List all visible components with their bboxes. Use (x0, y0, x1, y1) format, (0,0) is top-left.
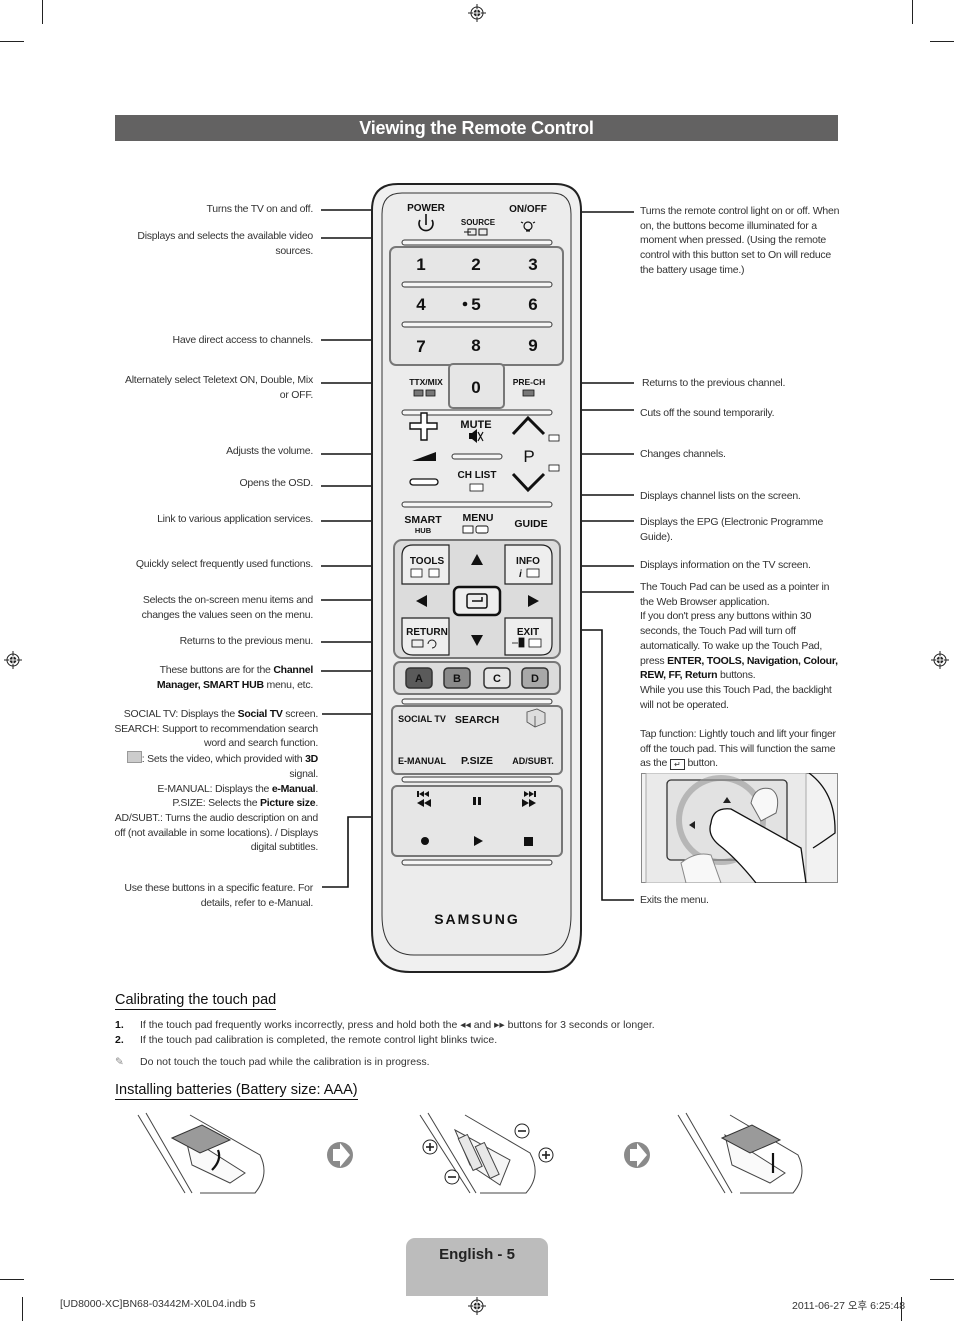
callout-mute: Cuts off the sound temporarily. (640, 407, 775, 419)
arrow-right-icon (624, 1142, 650, 1168)
callout-onoff: Turns the remote control light on or off… (640, 205, 840, 276)
color-label-a: A (415, 673, 423, 685)
touchpad-illustration (641, 773, 838, 883)
guide-button-label: GUIDE (514, 518, 547, 530)
exit-button-label: EXIT (517, 627, 539, 638)
digit-0: 0 (471, 378, 480, 397)
battery-step-3-illustration (677, 1112, 803, 1194)
color-label-b: B (453, 673, 461, 685)
volume-down-icon (409, 478, 439, 486)
callout-info: Displays information on the TV screen. (640, 559, 811, 571)
callout-function-buttons: SOCIAL TV: Displays the Social TV screen… (114, 708, 318, 854)
psize-button-label: P.SIZE (461, 755, 493, 767)
rewind-icon: ◂◂ (460, 1019, 471, 1031)
record-icon (421, 837, 429, 845)
page-number-tab: English - 5 (406, 1238, 548, 1296)
social-tv-button-label: SOCIAL TV (398, 714, 446, 724)
fast-forward-icon: ▸▸ (494, 1019, 505, 1031)
batteries-heading: Installing batteries (Battery size: AAA) (115, 1082, 358, 1100)
color-label-d: D (531, 673, 539, 685)
callout-colors: These buttons are for the Channel Manage… (156, 664, 313, 691)
chlist-icon (469, 483, 484, 492)
callout-volume: Adjusts the volume. (226, 445, 313, 457)
digit-2: 2 (471, 255, 480, 274)
emanual-button-label: E-MANUAL (398, 756, 446, 766)
note-pencil-icon: ✎ (115, 1056, 124, 1068)
stop-icon (524, 837, 533, 846)
color-label-c: C (493, 673, 501, 685)
svg-text:i: i (519, 569, 522, 580)
menu-button-label: MENU (463, 512, 494, 524)
callout-chlist: Displays channel lists on the screen. (640, 490, 801, 502)
crop-mark (0, 1279, 24, 1280)
calibration-heading: Calibrating the touch pad (115, 992, 277, 1010)
chlist-button-label: CH LIST (458, 470, 497, 481)
brand-logo: SAMSUNG (434, 911, 520, 927)
info-button-label: INFO (516, 556, 540, 567)
battery-step-1-illustration (137, 1112, 265, 1194)
prech-icon (522, 389, 535, 397)
channel-p-label: P (523, 447, 534, 466)
3d-icon (126, 751, 142, 764)
crop-mark (22, 1297, 23, 1321)
callout-guide: Displays the EPG (Electronic Programme G… (640, 516, 824, 543)
digit-3: 3 (528, 255, 537, 274)
step-number: 2. (115, 1034, 124, 1046)
digit-7: 7 (416, 337, 425, 356)
callout-exit: Exits the menu. (640, 894, 709, 906)
mute-button-label: MUTE (460, 419, 491, 431)
battery-install-illustrations (137, 1112, 803, 1194)
return-button-label: RETURN (406, 627, 448, 638)
footer-timestamp: 2011-06-27 오후 6:25:48 (792, 1300, 906, 1312)
arrow-right-icon (327, 1142, 353, 1168)
smarthub-button-label: SMART (404, 514, 442, 526)
source-button-label: SOURCE (461, 218, 496, 227)
callout-channel: Changes channels. (640, 448, 726, 460)
digit-9: 9 (528, 336, 537, 355)
channel-fav-icon (548, 464, 560, 472)
callout-media: Use these buttons in a specific feature.… (124, 882, 313, 909)
onoff-button-label: ON/OFF (509, 204, 547, 215)
channel-info-icon (548, 434, 560, 442)
crop-mark (930, 1279, 954, 1280)
enter-icon: ↵ (669, 759, 685, 771)
ttx-button-label: TTX/MIX (409, 377, 443, 387)
callout-power: Turns the TV on and off. (206, 203, 314, 215)
footer-file-info: [UD8000-XC]BN68-03442M-X0L04.indb 5 (60, 1298, 256, 1310)
callout-menu: Opens the OSD. (239, 477, 313, 489)
adsubt-button-label: AD/SUBT. (512, 756, 554, 766)
tools-button-label: TOOLS (410, 556, 445, 567)
digit-5: 5 (471, 295, 480, 314)
digit-4: 4 (416, 295, 426, 314)
digit-1: 1 (416, 255, 425, 274)
callout-touchpad: The Touch Pad can be used as a pointer i… (640, 581, 838, 771)
callout-nav: Selects the on-screen menu items and cha… (141, 594, 314, 621)
callout-source: Displays and selects the available video… (137, 230, 313, 257)
callout-smarthub: Link to various application services. (157, 513, 313, 525)
callout-return: Returns to the previous menu. (179, 635, 314, 647)
battery-step-2-illustration (419, 1112, 554, 1194)
registration-mark-icon (468, 1297, 486, 1315)
power-button-label: POWER (407, 203, 446, 214)
digit-8: 8 (471, 336, 480, 355)
hub-label: HUB (415, 526, 432, 535)
digit-6: 6 (528, 295, 537, 314)
callout-tools: Quickly select frequently used functions… (135, 558, 313, 570)
step-number: 1. (115, 1019, 124, 1031)
callout-ttx: Alternately select Teletext ON, Double, … (124, 374, 313, 401)
callout-prech: Returns to the previous channel. (642, 377, 786, 389)
callout-channels: Have direct access to channels. (172, 334, 314, 346)
prech-button-label: PRE-CH (513, 377, 546, 387)
search-button-label: SEARCH (455, 714, 499, 726)
